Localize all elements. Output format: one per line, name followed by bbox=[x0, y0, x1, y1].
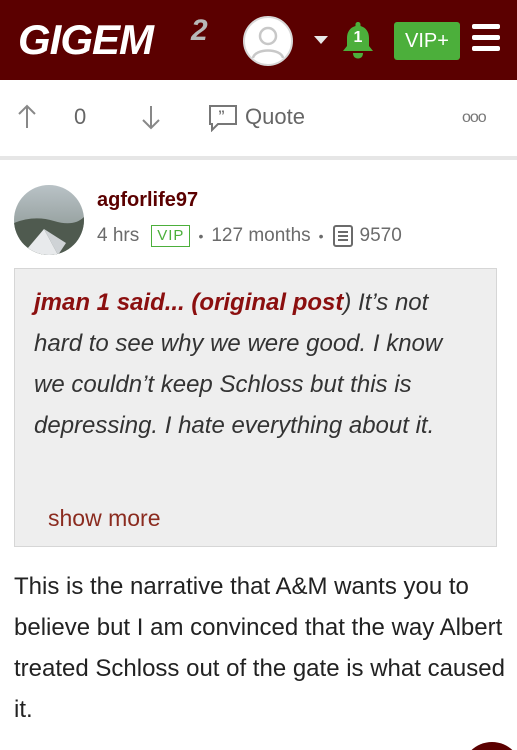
posts-count-icon bbox=[332, 225, 353, 247]
user-avatar-button[interactable] bbox=[243, 16, 293, 66]
downvote-arrow-icon[interactable] bbox=[136, 102, 166, 132]
vip-badge: VIP bbox=[151, 225, 191, 247]
quote-button[interactable]: Quote bbox=[245, 104, 305, 130]
hamburger-menu-icon[interactable] bbox=[472, 24, 500, 56]
separator-dot: • bbox=[198, 228, 204, 244]
vote-count: 0 bbox=[74, 104, 87, 129]
member-tenure: 127 months bbox=[211, 225, 311, 246]
floating-action-button[interactable] bbox=[462, 742, 517, 750]
vip-plus-button[interactable]: VIP+ bbox=[394, 22, 460, 60]
show-more-link[interactable]: show more bbox=[48, 504, 160, 532]
post-count: 9570 bbox=[359, 225, 402, 246]
post-meta: 4 hrs VIP • 127 months • 9570 bbox=[97, 222, 402, 250]
site-logo[interactable]: GIGEM bbox=[18, 16, 154, 64]
poster-username[interactable]: agforlife97 bbox=[97, 188, 198, 212]
quote-icon[interactable]: ” bbox=[208, 104, 238, 132]
post-time: 4 hrs bbox=[97, 225, 140, 246]
chevron-down-icon[interactable] bbox=[314, 36, 328, 44]
poster-avatar-image bbox=[14, 185, 84, 255]
upvote-arrow-icon[interactable] bbox=[12, 102, 42, 132]
poster-avatar[interactable] bbox=[14, 185, 84, 255]
quote-author-link[interactable]: jman 1 said... (original post bbox=[34, 289, 343, 316]
more-options-icon[interactable]: ooo bbox=[462, 110, 487, 126]
svg-text:”: ” bbox=[218, 107, 225, 123]
quoted-post-text: jman 1 said... (original post) It’s not … bbox=[34, 282, 474, 446]
notification-count: 1 bbox=[353, 29, 363, 46]
site-logo-superscript: 2 bbox=[191, 14, 208, 47]
post-body: This is the narrative that A&M wants you… bbox=[14, 573, 505, 723]
separator-dot: • bbox=[318, 228, 324, 244]
